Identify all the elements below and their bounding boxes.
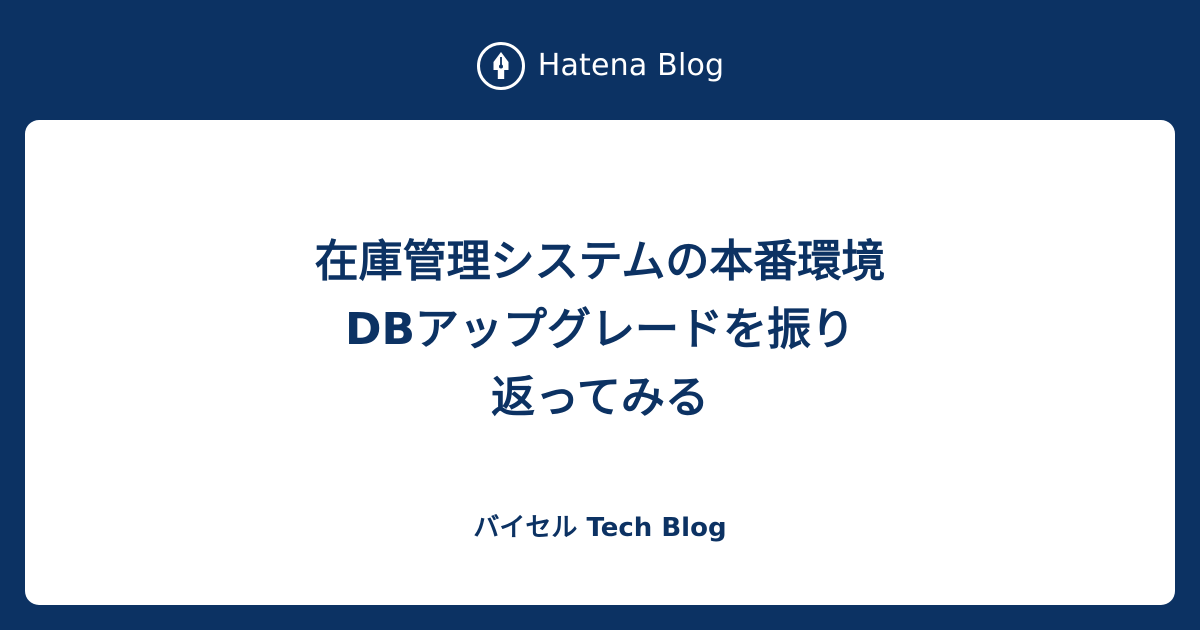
hatena-blog-logo-icon <box>476 42 525 90</box>
article-title[interactable]: 在庫管理システムの本番環境 DBアップグレードを振り 返ってみる <box>25 228 1175 432</box>
article-title-line: 在庫管理システムの本番環境 <box>314 236 886 287</box>
article-title-line: 返ってみる <box>491 372 709 423</box>
brand-header: Hatena Blog <box>0 38 1200 94</box>
article-title-line: DBアップグレードを振り <box>344 304 856 355</box>
blog-name: バイセル Tech Blog <box>473 513 727 543</box>
article-card[interactable]: 在庫管理システムの本番環境 DBアップグレードを振り 返ってみる バイセル Te… <box>25 120 1175 605</box>
brand-name: Hatena Blog <box>537 48 725 83</box>
